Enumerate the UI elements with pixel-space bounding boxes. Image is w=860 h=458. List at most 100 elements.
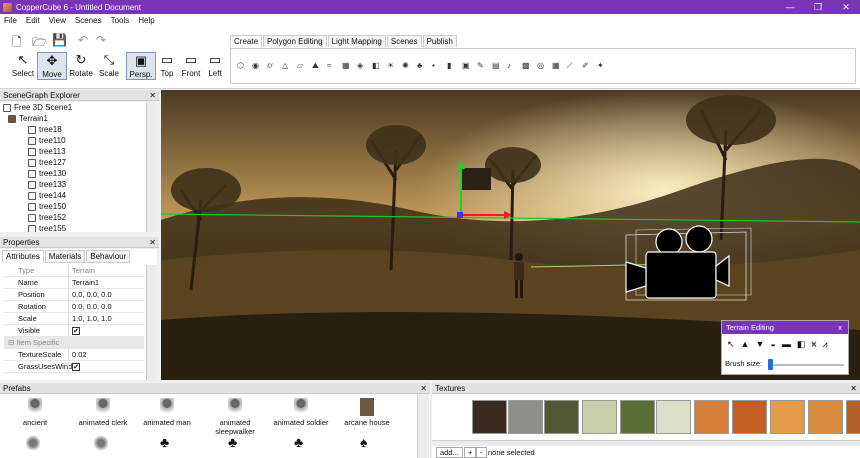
lower-icon[interactable]: ▼ [755, 339, 770, 349]
prop-row-texturescale[interactable]: TextureScale 0.02 [4, 349, 144, 361]
tree-item[interactable]: tree144 [28, 190, 66, 201]
tree-icon[interactable]: ♣ [160, 434, 169, 450]
tab-behaviour[interactable]: Behaviour [86, 250, 131, 263]
prefabs-scrollbar[interactable] [417, 394, 429, 458]
cylinder-icon[interactable]: ⌭ [267, 61, 273, 71]
tree-item-terrain[interactable]: Terrain1 [8, 113, 48, 124]
minimize-button[interactable]: — [776, 0, 804, 14]
plane-icon[interactable]: ▱ [297, 61, 303, 70]
tree-icon[interactable]: ♣ [417, 61, 422, 70]
menu-view[interactable]: View [49, 16, 66, 25]
grass-icon[interactable]: ⩙ [811, 339, 822, 349]
script-icon[interactable]: ✎ [477, 61, 484, 70]
path-icon[interactable]: ▩ [522, 61, 530, 70]
grid-icon[interactable]: ▦ [552, 61, 560, 70]
menu-tools[interactable]: Tools [111, 16, 130, 25]
menu-file[interactable]: File [4, 16, 17, 25]
prop-row-position[interactable]: Position 0.0, 0.0, 0.0 [4, 289, 144, 301]
flatten-icon[interactable]: ▬ [782, 339, 797, 349]
texture-thumb[interactable] [846, 400, 860, 434]
texture-thumb[interactable] [582, 400, 617, 434]
paint-icon[interactable]: ◧ [797, 339, 812, 349]
brush-size-slider[interactable] [768, 364, 844, 366]
tree-item[interactable]: tree113 [28, 146, 66, 157]
bulb-icon[interactable]: ✺ [402, 61, 409, 70]
sphere-icon[interactable]: ◉ [252, 61, 259, 70]
plus-button[interactable]: + [464, 447, 477, 458]
close-icon[interactable]: ✕ [850, 383, 857, 394]
prefab-item[interactable] [26, 434, 40, 452]
maximize-button[interactable]: ❐ [804, 0, 832, 14]
texture-thumb[interactable] [656, 400, 691, 434]
bush-icon[interactable]: ♠ [360, 434, 367, 450]
tab-create[interactable]: Create [230, 35, 263, 47]
texture-thumb[interactable] [808, 400, 843, 434]
prefab-item[interactable]: animated man [132, 398, 202, 427]
tab-publish[interactable]: Publish [422, 35, 457, 47]
mesh-icon[interactable]: ◈ [357, 61, 363, 70]
billboard-icon[interactable]: ◧ [372, 61, 380, 70]
left-view-button[interactable]: ▭ Left [200, 52, 230, 78]
close-icon[interactable]: ✕ [149, 90, 156, 101]
brush-size-handle[interactable] [768, 359, 773, 370]
sound-icon[interactable]: ♪ [507, 61, 511, 70]
undo-icon[interactable]: ↶ [78, 33, 88, 47]
raise-icon[interactable]: ▲ [741, 339, 756, 349]
menu-help[interactable]: Help [138, 16, 154, 25]
skybox-icon[interactable]: ▦ [342, 61, 350, 70]
textures-scrollbar[interactable] [432, 440, 860, 446]
light-icon[interactable]: ☀ [387, 61, 394, 70]
scale-tool-button[interactable]: ⤡ Scale [94, 52, 124, 78]
rotate-tool-button[interactable]: ↻ Rotate [66, 52, 96, 78]
tree-icon[interactable]: ♣ [294, 434, 303, 450]
close-icon[interactable]: x [838, 321, 842, 334]
prefab-item[interactable]: animated clerk [68, 398, 138, 427]
tab-materials[interactable]: Materials [44, 250, 86, 263]
star-icon[interactable]: ✦ [597, 61, 604, 70]
menu-scenes[interactable]: Scenes [75, 16, 102, 25]
prop-row-scale[interactable]: Scale 1.0, 1.0, 1.0 [4, 313, 144, 325]
tree-item-scene[interactable]: Free 3D Scene1 [3, 102, 72, 113]
tab-attributes[interactable]: Attributes [2, 250, 44, 263]
minus-button[interactable]: - [476, 447, 487, 458]
erase-icon[interactable]: ⩘ [822, 339, 833, 349]
prop-row-grassuseswind[interactable]: GrassUsesWind ✔ [4, 361, 144, 373]
prefab-item[interactable] [94, 434, 108, 452]
tree-item[interactable]: tree127 [28, 157, 66, 168]
menu-edit[interactable]: Edit [26, 16, 40, 25]
add-texture-button[interactable]: add... [436, 447, 463, 458]
texture-thumb[interactable] [508, 400, 543, 434]
camera-icon[interactable]: ▣ [462, 61, 470, 70]
edit-icon[interactable]: ✐ [582, 61, 589, 70]
tree-item[interactable]: tree130 [28, 168, 66, 179]
texture-thumb[interactable] [694, 400, 729, 434]
texture-thumb[interactable] [620, 400, 655, 434]
scenegraph-scrollbar[interactable] [146, 102, 157, 232]
prop-row-name[interactable]: Name Terrain1 [4, 277, 144, 289]
prop-category-item-specific[interactable]: ⊟ Item Specific [4, 337, 144, 349]
properties-scrollbar[interactable] [146, 265, 157, 380]
close-button[interactable]: ✕ [832, 0, 860, 14]
tree-item[interactable]: tree110 [28, 135, 66, 146]
tree-item[interactable]: tree150 [28, 201, 66, 212]
text-icon[interactable]: ▮ [447, 61, 451, 70]
cube-icon[interactable]: ⬡ [237, 61, 244, 70]
prefab-item[interactable]: animated sleepwalker [200, 398, 270, 436]
prefab-item[interactable]: ancient [0, 398, 70, 427]
texture-thumb[interactable] [732, 400, 767, 434]
grass-wind-checkbox[interactable]: ✔ [72, 363, 80, 371]
texture-thumb[interactable] [544, 400, 579, 434]
tab-light-mapping[interactable]: Light Mapping [327, 35, 386, 47]
prefab-item[interactable]: animated soldier [266, 398, 336, 427]
prop-row-rotation[interactable]: Rotation 0.0, 0.0, 0.0 [4, 301, 144, 313]
water-icon[interactable]: ≈ [327, 61, 331, 70]
visible-checkbox[interactable]: ✔ [72, 327, 80, 335]
terrain-icon[interactable]: ⛰ [312, 61, 319, 71]
open-folder-icon[interactable]: 🗁 [32, 33, 47, 54]
close-icon[interactable]: ✕ [420, 383, 427, 394]
terrain-brush-tools[interactable]: ↖▲▼◒▬◧⩙⩘ [727, 339, 834, 350]
new-file-icon[interactable]: 🗋 [12, 33, 22, 54]
overlay-icon[interactable]: ◎ [537, 61, 544, 70]
close-icon[interactable]: ✕ [149, 237, 156, 248]
tree-item[interactable]: tree152 [28, 212, 66, 223]
